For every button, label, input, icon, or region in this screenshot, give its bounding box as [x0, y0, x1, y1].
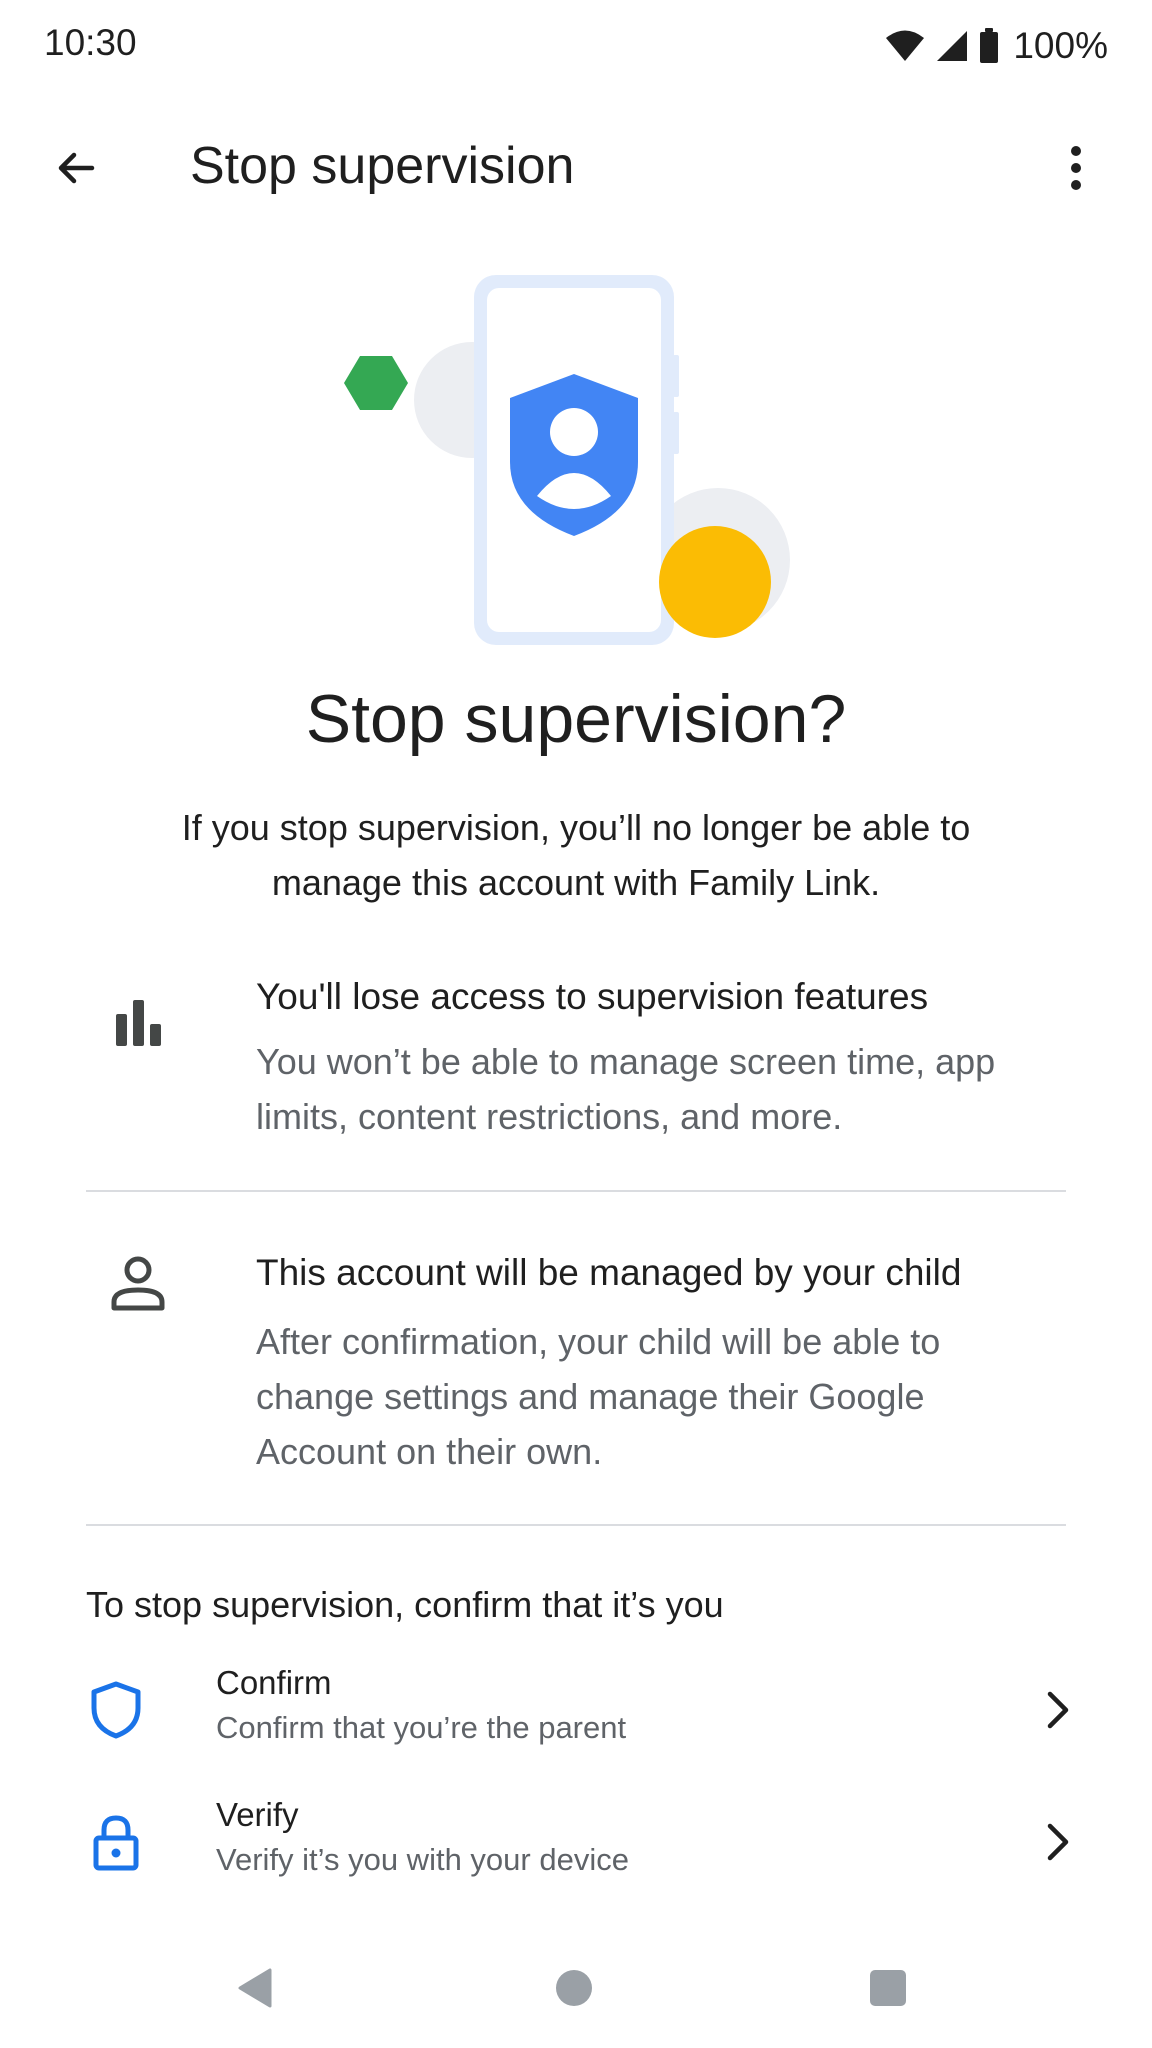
info-title: You'll lose access to supervision featur… — [256, 976, 929, 1017]
verify-option[interactable]: Verify Verify it’s you with your device — [60, 1782, 1100, 1902]
back-button[interactable] — [40, 132, 112, 204]
info-description: After confirmation, your child will be a… — [256, 1321, 941, 1472]
app-title: Stop supervision — [190, 137, 575, 195]
lock-icon — [93, 1815, 139, 1871]
divider — [86, 1524, 1066, 1526]
confirm-option[interactable]: Confirm Confirm that you’re the parent — [60, 1650, 1100, 1770]
nav-home-icon — [556, 1970, 592, 2006]
battery-icon — [980, 28, 999, 63]
nav-recents-icon — [870, 1970, 906, 2006]
person-icon — [111, 1256, 165, 1311]
option-subtitle: Confirm that you’re the parent — [216, 1710, 627, 1745]
status-bar: 10:30 100% — [0, 0, 1152, 92]
info-item-managed-by-child: This account will be managed by your chi… — [86, 1246, 1066, 1476]
more-vert-icon — [1071, 146, 1081, 190]
intro-text: If you stop supervision, you’ll no longe… — [181, 807, 971, 903]
arrow-back-icon — [58, 152, 95, 184]
nav-back-icon — [238, 1968, 272, 2008]
signal-icon — [937, 31, 968, 61]
bar-chart-icon — [116, 1000, 161, 1046]
nav-back-button[interactable] — [226, 1958, 286, 2018]
option-subtitle: Verify it’s you with your device — [216, 1842, 629, 1877]
status-time: 10:30 — [44, 22, 137, 63]
nav-recents-button[interactable] — [858, 1958, 918, 2018]
info-title: This account will be managed by your chi… — [256, 1252, 962, 1293]
more-options-button[interactable] — [1040, 132, 1112, 204]
app-bar: Stop supervision — [0, 110, 1152, 220]
battery-percent: 100% — [1013, 25, 1108, 66]
wifi-icon — [886, 30, 925, 61]
confirm-prompt: To stop supervision, confirm that it’s y… — [86, 1584, 724, 1625]
info-description: You won’t be able to manage screen time,… — [256, 1041, 996, 1137]
option-title: Verify — [216, 1796, 299, 1833]
status-icons: 100% — [885, 22, 1108, 70]
info-item-lose-access: You'll lose access to supervision featur… — [86, 970, 1066, 1140]
supervision-illustration — [344, 275, 790, 645]
chevron-right-icon — [1047, 1691, 1069, 1729]
chevron-right-icon — [1047, 1823, 1069, 1861]
headline: Stop supervision? — [305, 681, 847, 757]
option-title: Confirm — [216, 1664, 332, 1701]
divider — [86, 1190, 1066, 1192]
system-nav-bar — [0, 1920, 1152, 2048]
shield-icon — [91, 1681, 141, 1739]
nav-home-button[interactable] — [544, 1958, 604, 2018]
